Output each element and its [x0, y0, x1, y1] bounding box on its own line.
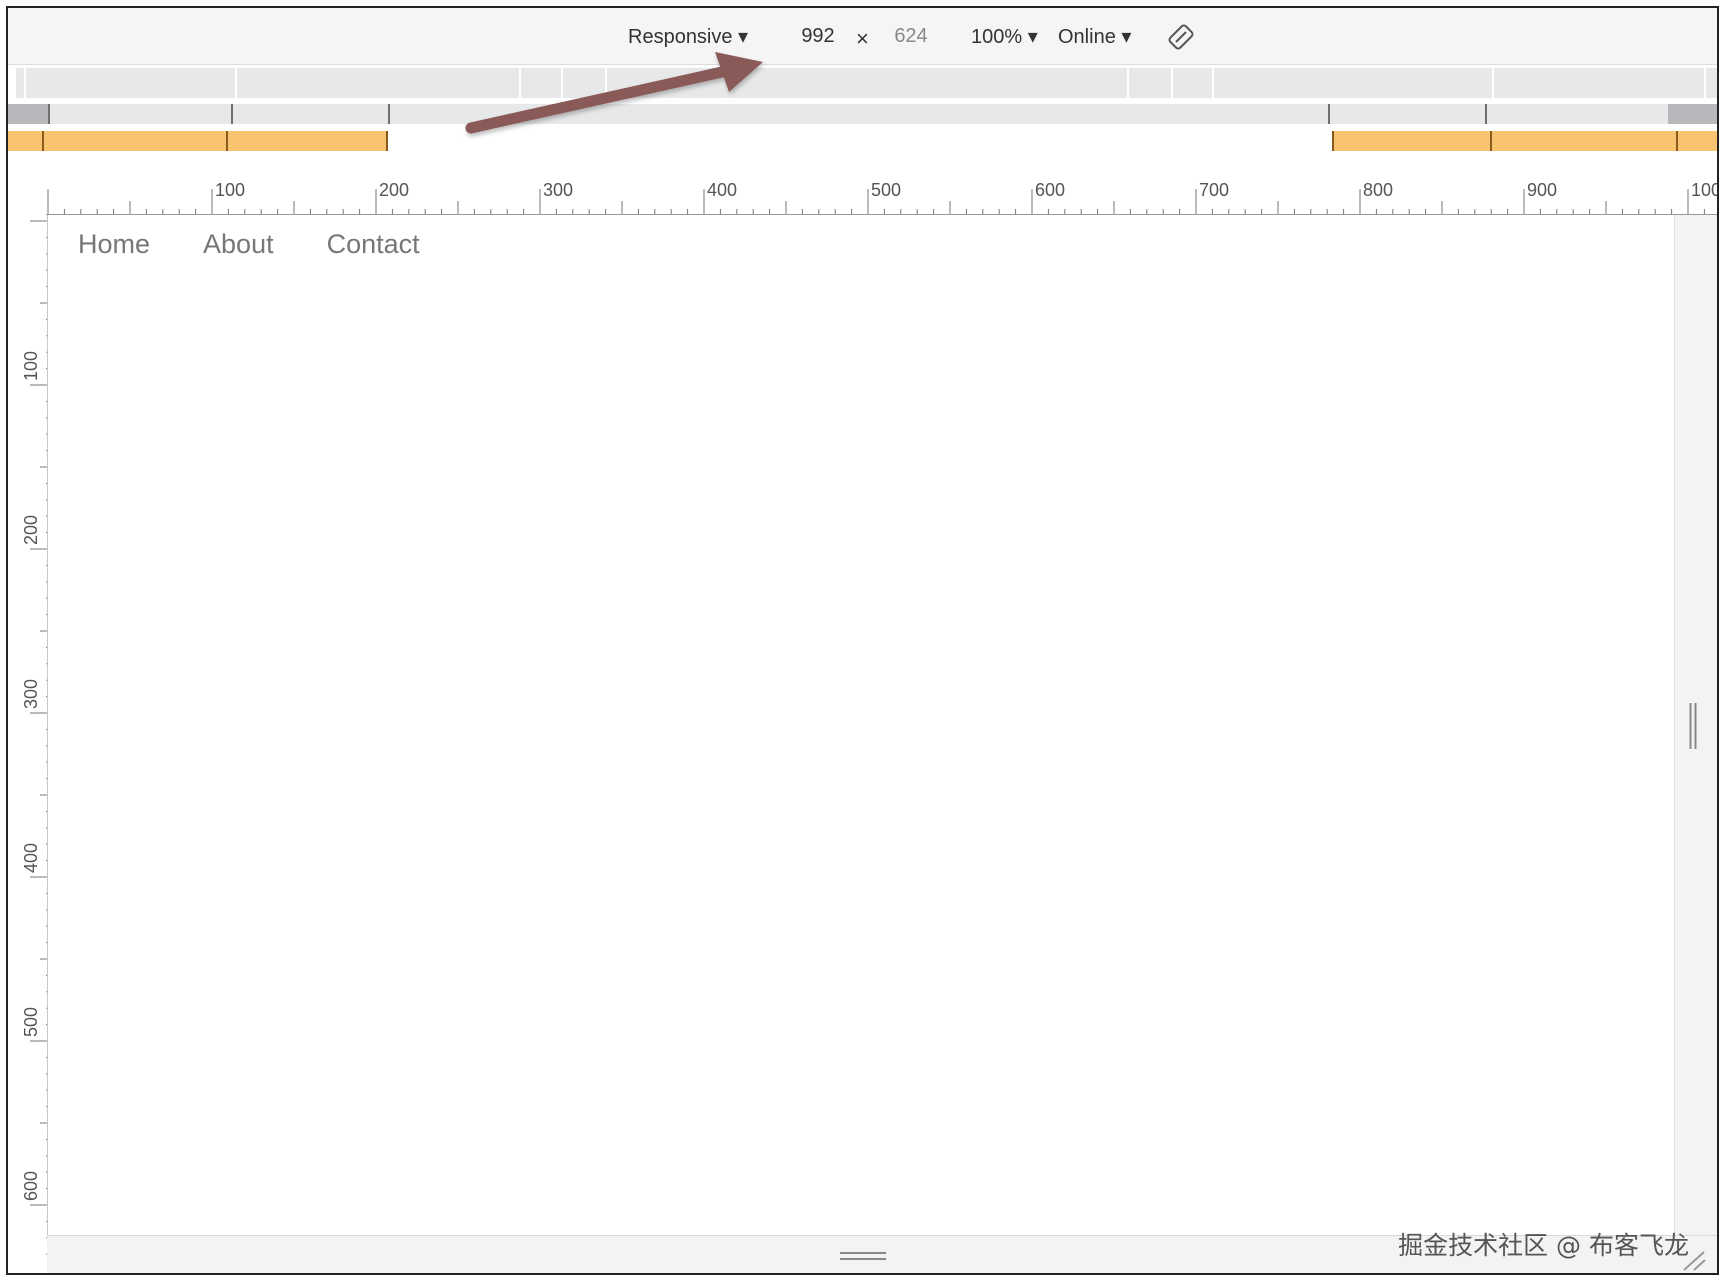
- ruler-v-label: 100: [21, 351, 41, 381]
- ruler-h-label: 500: [871, 180, 901, 200]
- nav-link-contact[interactable]: Contact: [327, 229, 420, 260]
- media-query-bar-1: [16, 68, 1717, 98]
- ruler-h-label: 100: [1691, 180, 1719, 200]
- zoom-select[interactable]: 100% ▾: [971, 24, 1038, 49]
- ruler-v-label: 200: [21, 515, 41, 545]
- device-select[interactable]: Responsive ▾: [628, 24, 748, 49]
- ruler-v-label: 300: [21, 679, 41, 709]
- ruler-h-label: 400: [707, 180, 737, 200]
- dimension-separator: ×: [856, 26, 869, 51]
- nav-link-about[interactable]: About: [203, 229, 274, 260]
- watermark: 掘金技术社区 @ 布客飞龙: [1398, 1231, 1689, 1260]
- nav-link-home[interactable]: Home: [78, 229, 150, 260]
- viewport-width-input[interactable]: 992: [783, 18, 853, 54]
- ruler-v-label: 500: [21, 1007, 41, 1037]
- ruler-h-label: 900: [1527, 180, 1557, 200]
- rotate-icon[interactable]: [1168, 24, 1194, 50]
- ruler-h-label: 300: [543, 180, 573, 200]
- site-nav: Home About Contact: [78, 229, 420, 260]
- ruler-h-label: 700: [1199, 180, 1229, 200]
- ruler-v-label: 400: [21, 843, 41, 873]
- max-width-segment-right[interactable]: [1332, 131, 1717, 151]
- viewport-height-input[interactable]: 624: [876, 18, 946, 54]
- min-width-segment-left[interactable]: [8, 104, 48, 124]
- media-query-bar-2: [8, 104, 1717, 124]
- ruler-h-label: 100: [215, 180, 245, 200]
- responsive-toolbar: Responsive ▾ 992 × 624 100% ▾ Online ▾: [8, 8, 1717, 65]
- devtools-window: Responsive ▾ 992 × 624 100% ▾ Online ▾ 1…: [6, 6, 1719, 1275]
- ruler-h-label: 600: [1035, 180, 1065, 200]
- max-width-segment-left[interactable]: [8, 131, 388, 151]
- min-width-segment-right[interactable]: [1668, 104, 1717, 124]
- ruler-h-label: 200: [379, 180, 409, 200]
- bottom-resize-handle[interactable]: [840, 1250, 886, 1262]
- network-throttle-select[interactable]: Online ▾: [1058, 24, 1131, 49]
- page-viewport: Home About Contact: [47, 215, 1674, 1235]
- horizontal-ruler: 100 200 300 400 500 600 700 800 900 100: [46, 180, 1719, 215]
- ruler-h-label: 800: [1363, 180, 1393, 200]
- annotation-arrow: [465, 52, 763, 134]
- right-resize-handle[interactable]: [1688, 703, 1698, 749]
- ruler-v-label: 600: [21, 1171, 41, 1201]
